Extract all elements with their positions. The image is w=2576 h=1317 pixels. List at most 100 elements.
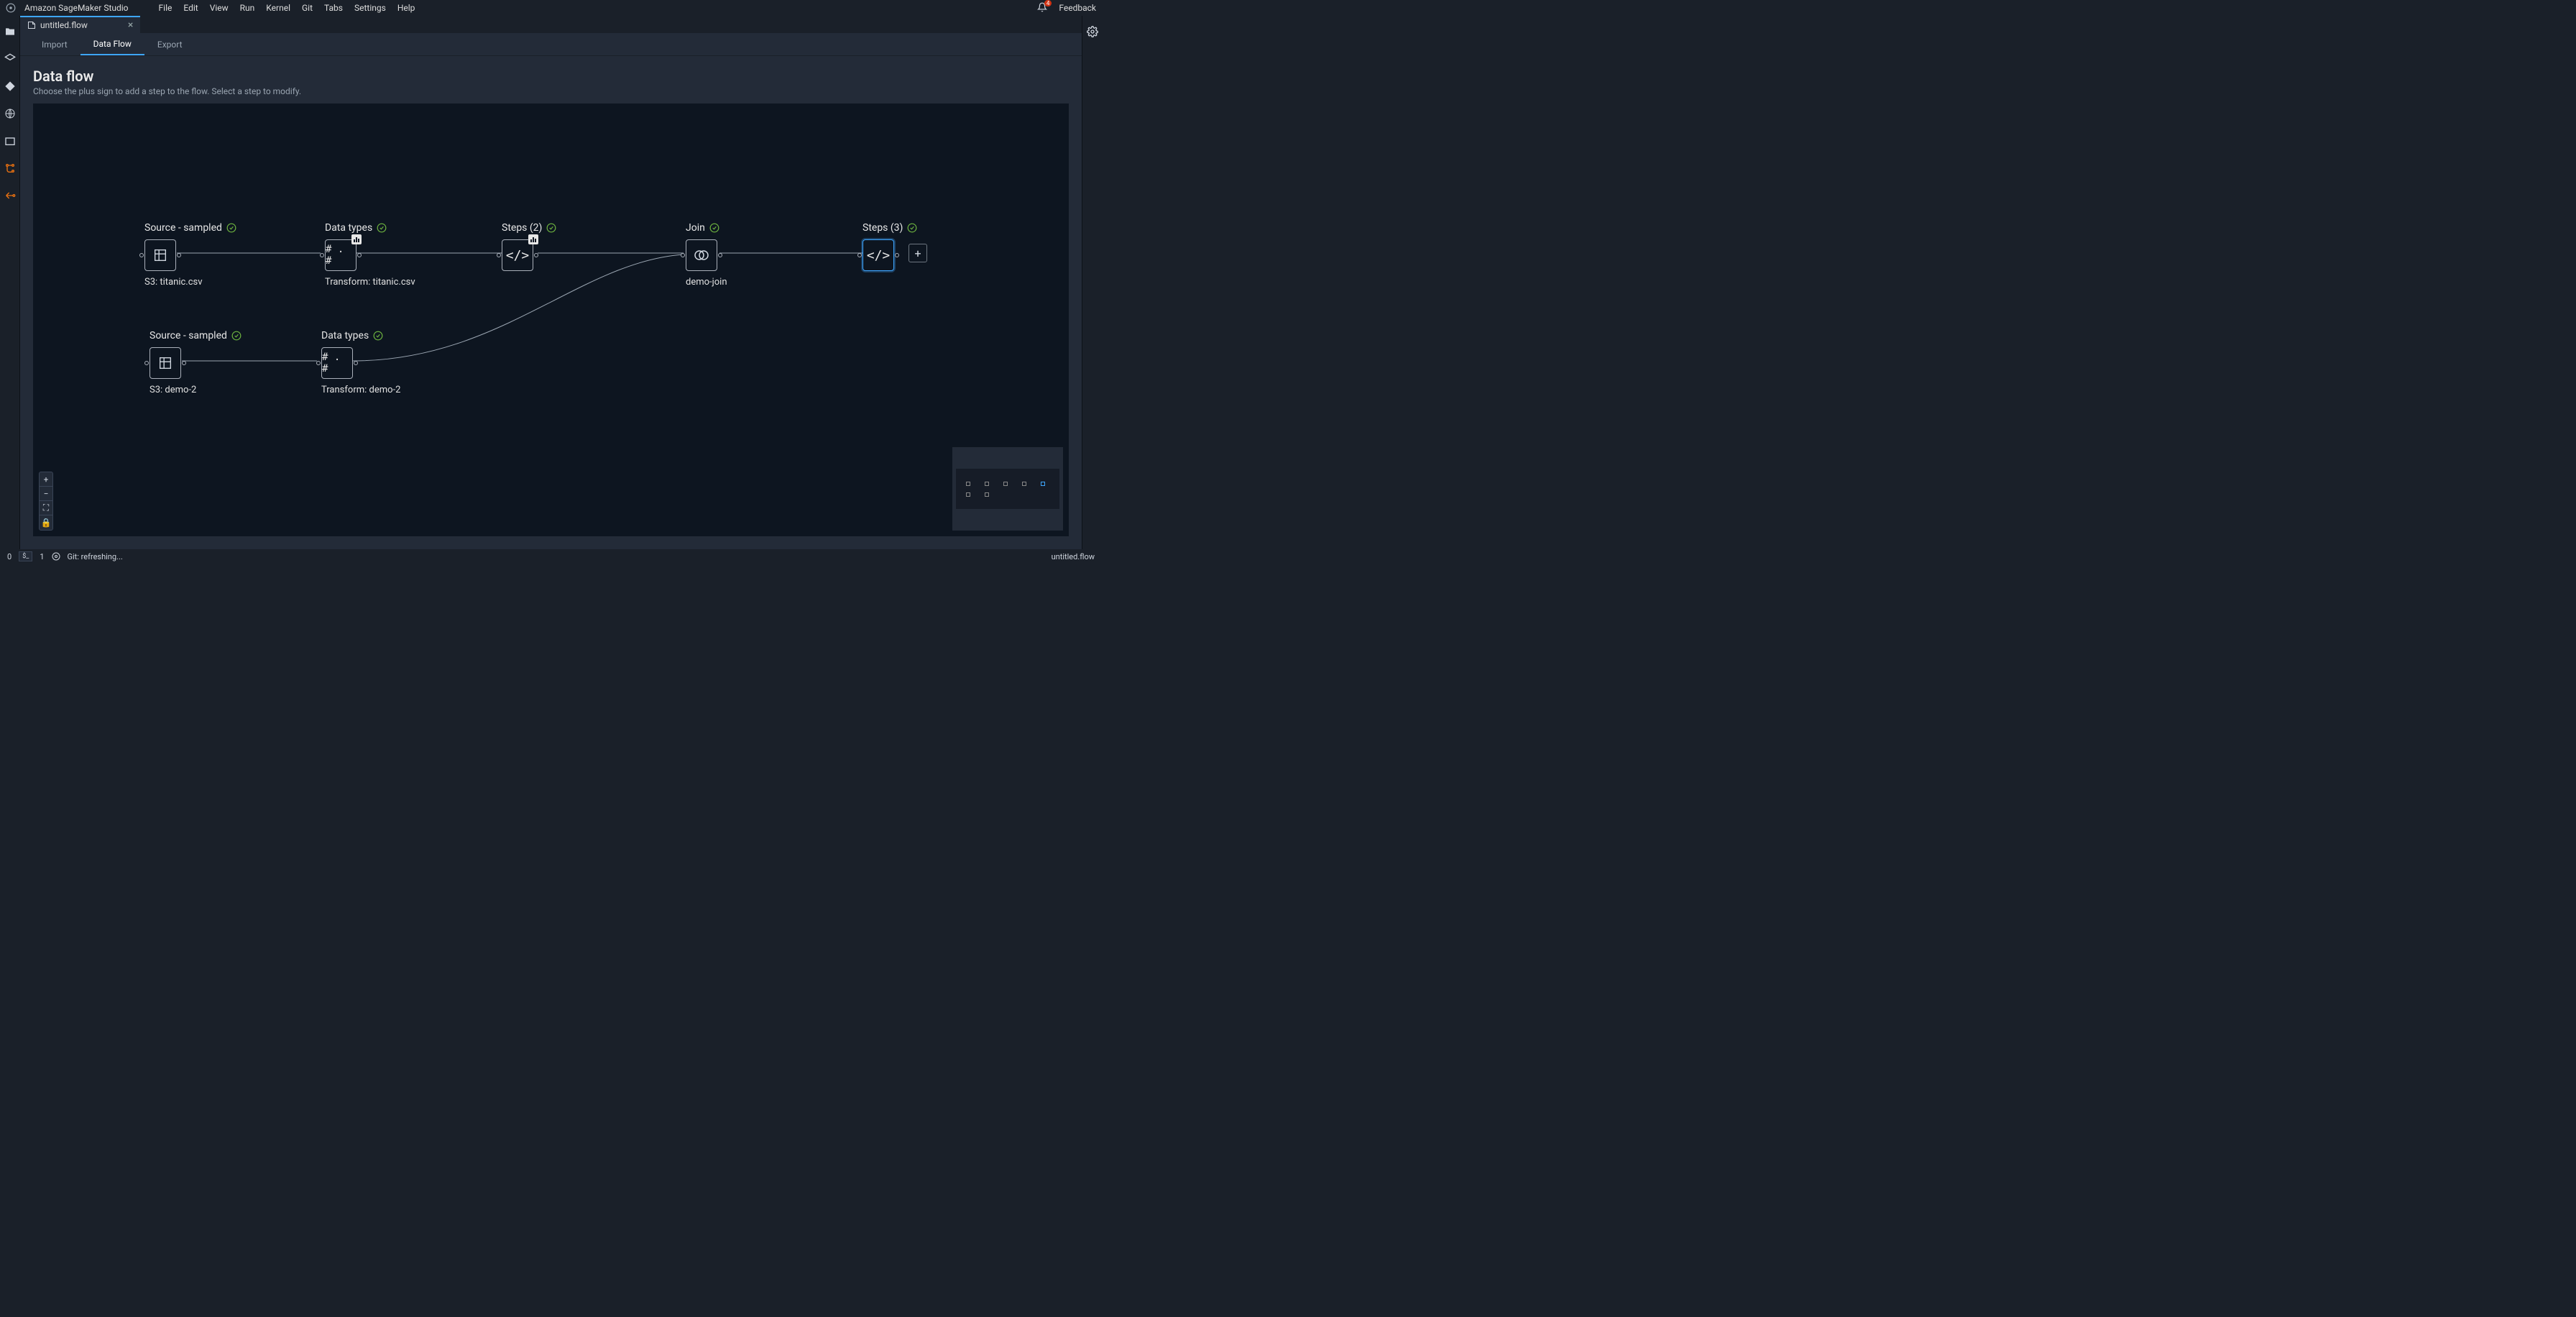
subtab-dataflow[interactable]: Data Flow: [80, 33, 144, 55]
node-join[interactable]: Join demo-join: [686, 222, 727, 288]
join-icon: [693, 247, 710, 264]
node-datatypes-2[interactable]: Data types # . # Transform: demo-2: [321, 330, 400, 395]
flow-canvas[interactable]: Source - sampled S3: titanic.csv Data ty…: [33, 104, 1069, 536]
port-in[interactable]: [144, 361, 149, 365]
node-title: Source - sampled: [144, 222, 222, 234]
tab-bar: untitled.flow ×: [20, 16, 1082, 33]
menu-settings[interactable]: Settings: [354, 3, 386, 13]
port-out[interactable]: [357, 253, 362, 257]
settings-gear-icon[interactable]: [1087, 26, 1098, 40]
port-in[interactable]: [320, 253, 324, 257]
node-title: Steps (3): [862, 222, 903, 234]
app-logo-icon: [6, 3, 16, 13]
datatype-icon: # . #: [326, 244, 356, 267]
folder-icon[interactable]: [4, 26, 16, 37]
resources-icon[interactable]: [4, 53, 16, 65]
tabs-icon[interactable]: [4, 135, 16, 147]
page-heading: Data flow Choose the plus sign to add a …: [20, 56, 1082, 104]
node-title: Join: [686, 222, 705, 234]
port-in[interactable]: [139, 253, 144, 257]
node-datatypes-1[interactable]: Data types # . # Transform: titanic.csv: [325, 222, 415, 288]
node-title: Steps (2): [502, 222, 542, 234]
node-subtitle: demo-join: [686, 277, 727, 288]
zoom-controls: + − ⛶ 🔒: [39, 472, 53, 531]
menu-run[interactable]: Run: [240, 3, 255, 13]
spreadsheet-icon: [152, 247, 168, 263]
check-icon: [377, 223, 387, 233]
status-filename: untitled.flow: [1052, 552, 1095, 561]
node-steps-2[interactable]: Steps (2) </>: [502, 222, 556, 271]
node-subtitle: Transform: demo-2: [321, 385, 400, 395]
menu-tabs[interactable]: Tabs: [324, 3, 343, 13]
pipeline-2-icon[interactable]: [4, 190, 16, 201]
terminal-count: 1: [40, 552, 44, 561]
left-sidebar: [0, 16, 20, 549]
notification-badge: 4: [1044, 0, 1052, 6]
subtab-import[interactable]: Import: [29, 33, 80, 55]
port-in[interactable]: [857, 253, 862, 257]
feedback-button[interactable]: Feedback: [1059, 3, 1096, 13]
datatype-icon: # . #: [322, 352, 352, 375]
page-subtitle: Choose the plus sign to add a step to th…: [33, 86, 1069, 96]
code-icon: </>: [506, 248, 530, 263]
analysis-chart-icon[interactable]: [351, 234, 362, 244]
node-title: Data types: [321, 330, 369, 341]
pipeline-1-icon[interactable]: [4, 162, 16, 174]
git-icon[interactable]: [4, 81, 16, 92]
code-icon: </>: [867, 248, 891, 263]
menu-git[interactable]: Git: [302, 3, 313, 13]
port-in[interactable]: [681, 253, 685, 257]
node-source-2[interactable]: Source - sampled S3: demo-2: [150, 330, 242, 395]
file-tab[interactable]: untitled.flow ×: [20, 16, 140, 33]
port-out[interactable]: [534, 253, 538, 257]
tab-close-button[interactable]: ×: [128, 20, 133, 30]
zoom-fit-button[interactable]: ⛶: [40, 501, 52, 515]
analysis-chart-icon[interactable]: [528, 234, 538, 244]
node-subtitle: S3: demo-2: [150, 385, 242, 395]
topbar: Amazon SageMaker Studio File Edit View R…: [0, 0, 1102, 16]
zoom-lock-button[interactable]: 🔒: [40, 515, 52, 530]
port-in[interactable]: [497, 253, 501, 257]
port-out[interactable]: [177, 253, 181, 257]
menu-file[interactable]: File: [159, 3, 172, 13]
status-bar: 0 $_ 1 Git: refreshing... untitled.flow: [0, 549, 1102, 564]
subtab-export[interactable]: Export: [144, 33, 196, 55]
node-title: Source - sampled: [150, 330, 227, 341]
menu-help[interactable]: Help: [397, 3, 415, 13]
check-icon: [546, 223, 556, 233]
check-icon: [231, 331, 242, 341]
settings-small-icon[interactable]: [52, 552, 60, 561]
check-icon: [373, 331, 383, 341]
check-icon: [907, 223, 917, 233]
right-sidebar: [1082, 16, 1102, 549]
node-title: Data types: [325, 222, 372, 234]
add-step-button[interactable]: +: [908, 244, 927, 262]
tab-name: untitled.flow: [40, 20, 88, 30]
port-out[interactable]: [182, 361, 186, 365]
port-out[interactable]: [895, 253, 899, 257]
app-title: Amazon SageMaker Studio: [24, 3, 129, 13]
menu-view[interactable]: View: [210, 3, 229, 13]
port-out[interactable]: [354, 361, 358, 365]
page-title: Data flow: [33, 68, 1069, 85]
port-out[interactable]: [718, 253, 722, 257]
minimap[interactable]: [952, 447, 1063, 531]
flow-file-icon: [27, 21, 36, 29]
terminal-indicator[interactable]: $_: [19, 551, 32, 561]
zoom-in-button[interactable]: +: [40, 472, 52, 487]
spreadsheet-icon: [157, 355, 173, 371]
node-subtitle: Transform: titanic.csv: [325, 277, 415, 288]
menu-edit[interactable]: Edit: [183, 3, 198, 13]
notifications-icon[interactable]: 4: [1037, 2, 1047, 14]
menu-kernel[interactable]: Kernel: [266, 3, 290, 13]
extensions-icon[interactable]: [4, 108, 16, 119]
git-status: Git: refreshing...: [68, 552, 123, 561]
subtab-bar: Import Data Flow Export: [20, 33, 1082, 56]
zoom-out-button[interactable]: −: [40, 487, 52, 501]
status-marker-zero: 0: [7, 552, 12, 561]
node-source-1[interactable]: Source - sampled S3: titanic.csv: [144, 222, 236, 288]
main-menu: File Edit View Run Kernel Git Tabs Setti…: [159, 3, 415, 13]
check-icon: [709, 223, 719, 233]
port-in[interactable]: [316, 361, 321, 365]
node-subtitle: S3: titanic.csv: [144, 277, 236, 288]
